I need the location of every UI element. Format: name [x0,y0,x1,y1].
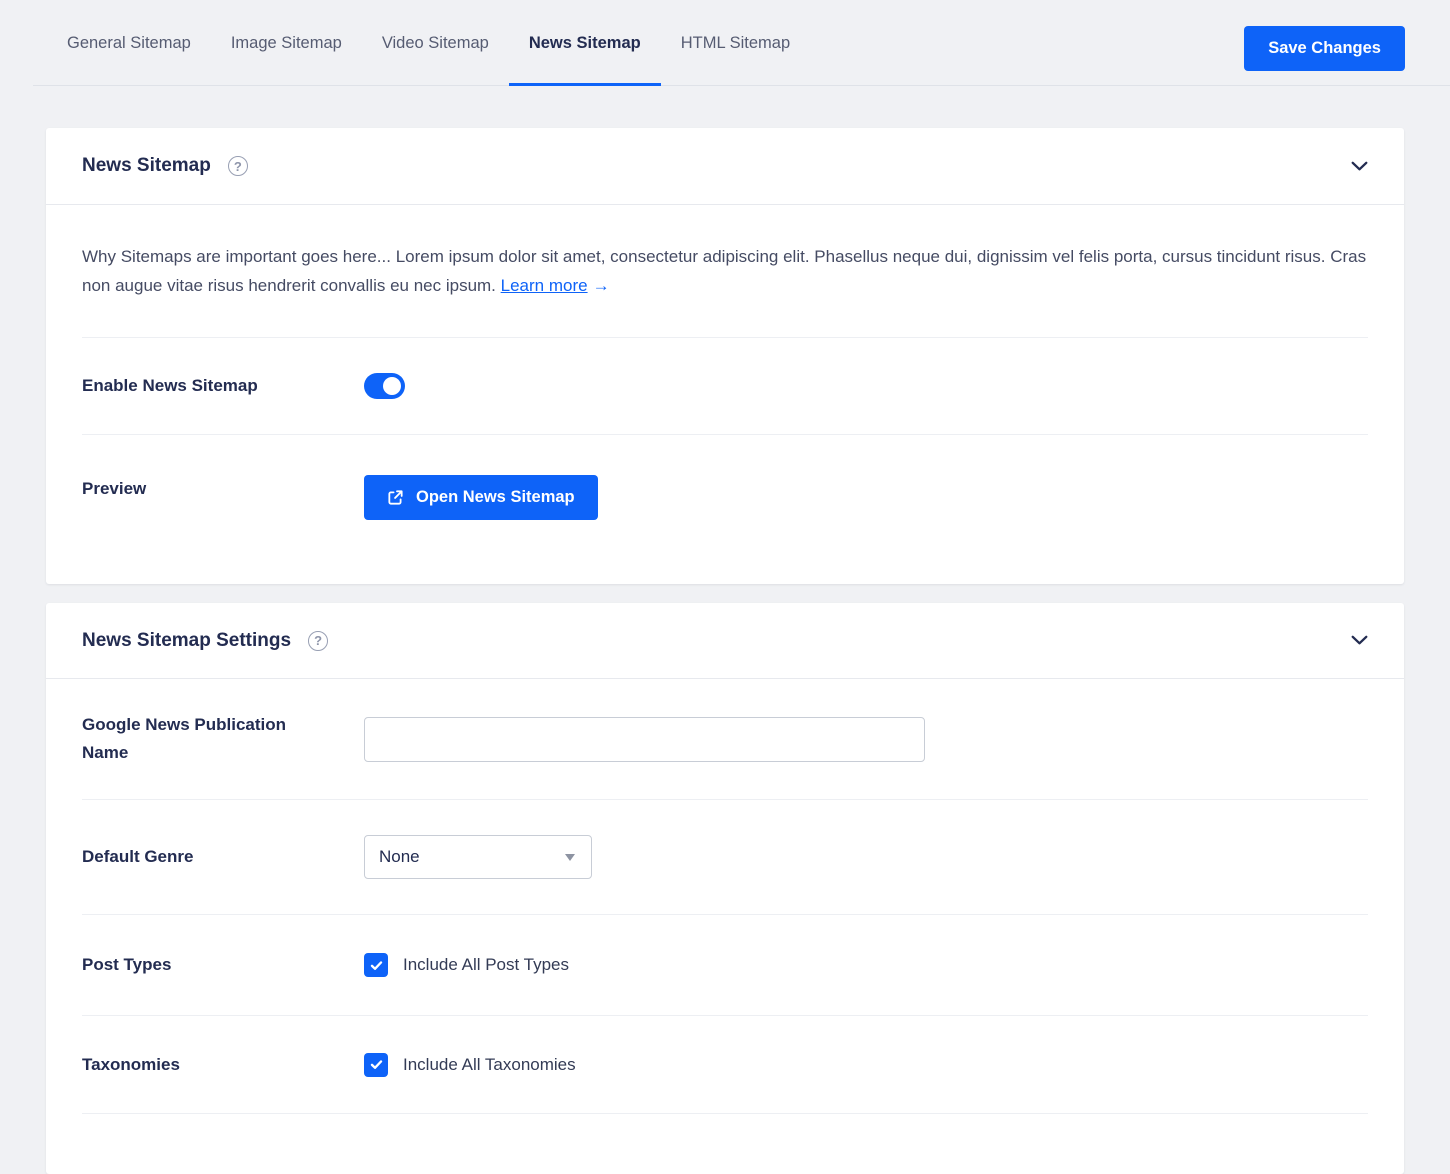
google-news-publication-name-input[interactable] [364,717,925,762]
preview-row: Preview Open News Sitemap [46,435,1404,584]
enable-news-sitemap-row: Enable News Sitemap [46,338,1404,434]
news-sitemap-card-header: News Sitemap ? [46,128,1404,205]
arrow-right-icon: → [593,276,610,295]
open-news-sitemap-button[interactable]: Open News Sitemap [364,475,598,520]
check-icon [369,958,384,973]
tab-news-sitemap[interactable]: News Sitemap [509,0,661,86]
include-all-post-types-checkbox[interactable] [364,953,388,977]
enable-news-sitemap-toggle[interactable] [364,373,405,399]
tabs: General Sitemap Image Sitemap Video Site… [33,0,1450,86]
caret-down-icon [565,854,575,861]
taxonomies-row: Taxonomies Include All Taxonomies [46,1016,1404,1113]
learn-more-link[interactable]: Learn more [501,276,588,295]
page: { "colors": { "accent": "#0e63f8", "head… [0,0,1450,1115]
default-genre-row: Default Genre None [46,800,1404,914]
tab-video-sitemap[interactable]: Video Sitemap [362,0,509,86]
tab-html-sitemap[interactable]: HTML Sitemap [661,0,810,86]
check-icon [369,1057,384,1072]
tab-image-sitemap[interactable]: Image Sitemap [211,0,362,86]
field-label: Enable News Sitemap [82,372,364,400]
news-sitemap-settings-card: News Sitemap Settings ? Google News Publ… [46,603,1404,1174]
card-footer-spacer [46,1114,1404,1174]
chevron-down-icon[interactable] [1351,161,1368,172]
publication-name-row: Google News Publication Name [46,679,1404,799]
field-label: Post Types [82,951,364,979]
button-label: Open News Sitemap [416,488,575,507]
select-value: None [379,847,420,867]
field-label: Default Genre [82,843,364,871]
field-label: Taxonomies [82,1051,364,1079]
help-icon[interactable]: ? [308,631,328,651]
card-title: News Sitemap [82,155,211,177]
field-label: Preview [82,475,364,503]
intro-paragraph: Why Sitemaps are important goes here... … [82,247,1366,295]
default-genre-select[interactable]: None [364,835,592,879]
help-icon[interactable]: ? [228,156,248,176]
post-types-row: Post Types Include All Post Types [46,915,1404,1015]
field-label: Google News Publication Name [82,711,364,767]
tab-general-sitemap[interactable]: General Sitemap [47,0,211,86]
chevron-down-icon[interactable] [1351,635,1368,646]
include-all-taxonomies-checkbox[interactable] [364,1053,388,1077]
card-title: News Sitemap Settings [82,630,291,652]
news-sitemap-settings-card-header: News Sitemap Settings ? [46,603,1404,679]
intro-text: Why Sitemaps are important goes here... … [46,205,1404,337]
checkbox-label: Include All Post Types [403,955,569,975]
checkbox-label: Include All Taxonomies [403,1055,576,1075]
news-sitemap-card: News Sitemap ? Why Sitemaps are importan… [46,128,1404,584]
external-link-icon [387,489,404,506]
settings-tab-bar: General Sitemap Image Sitemap Video Site… [0,0,1450,86]
save-changes-button[interactable]: Save Changes [1244,26,1405,71]
